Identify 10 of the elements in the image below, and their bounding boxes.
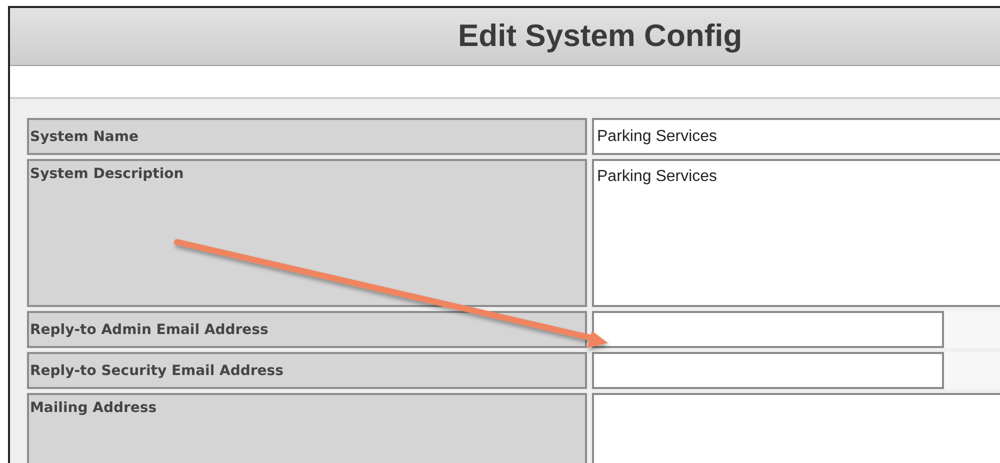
- text-area[interactable]: Parking Services: [592, 159, 1000, 307]
- field-label: Reply-to Admin Email Address: [27, 311, 587, 348]
- page-title: Edit System Config: [458, 17, 742, 56]
- input-field[interactable]: Parking Services: [592, 118, 1000, 155]
- input-field[interactable]: [592, 311, 944, 348]
- field-label: System Description: [27, 159, 587, 307]
- field-label: Mailing Address: [27, 393, 587, 463]
- field-label: System Name: [27, 118, 587, 155]
- field-label: Reply-to Security Email Address: [27, 352, 587, 389]
- input-field[interactable]: [592, 352, 944, 389]
